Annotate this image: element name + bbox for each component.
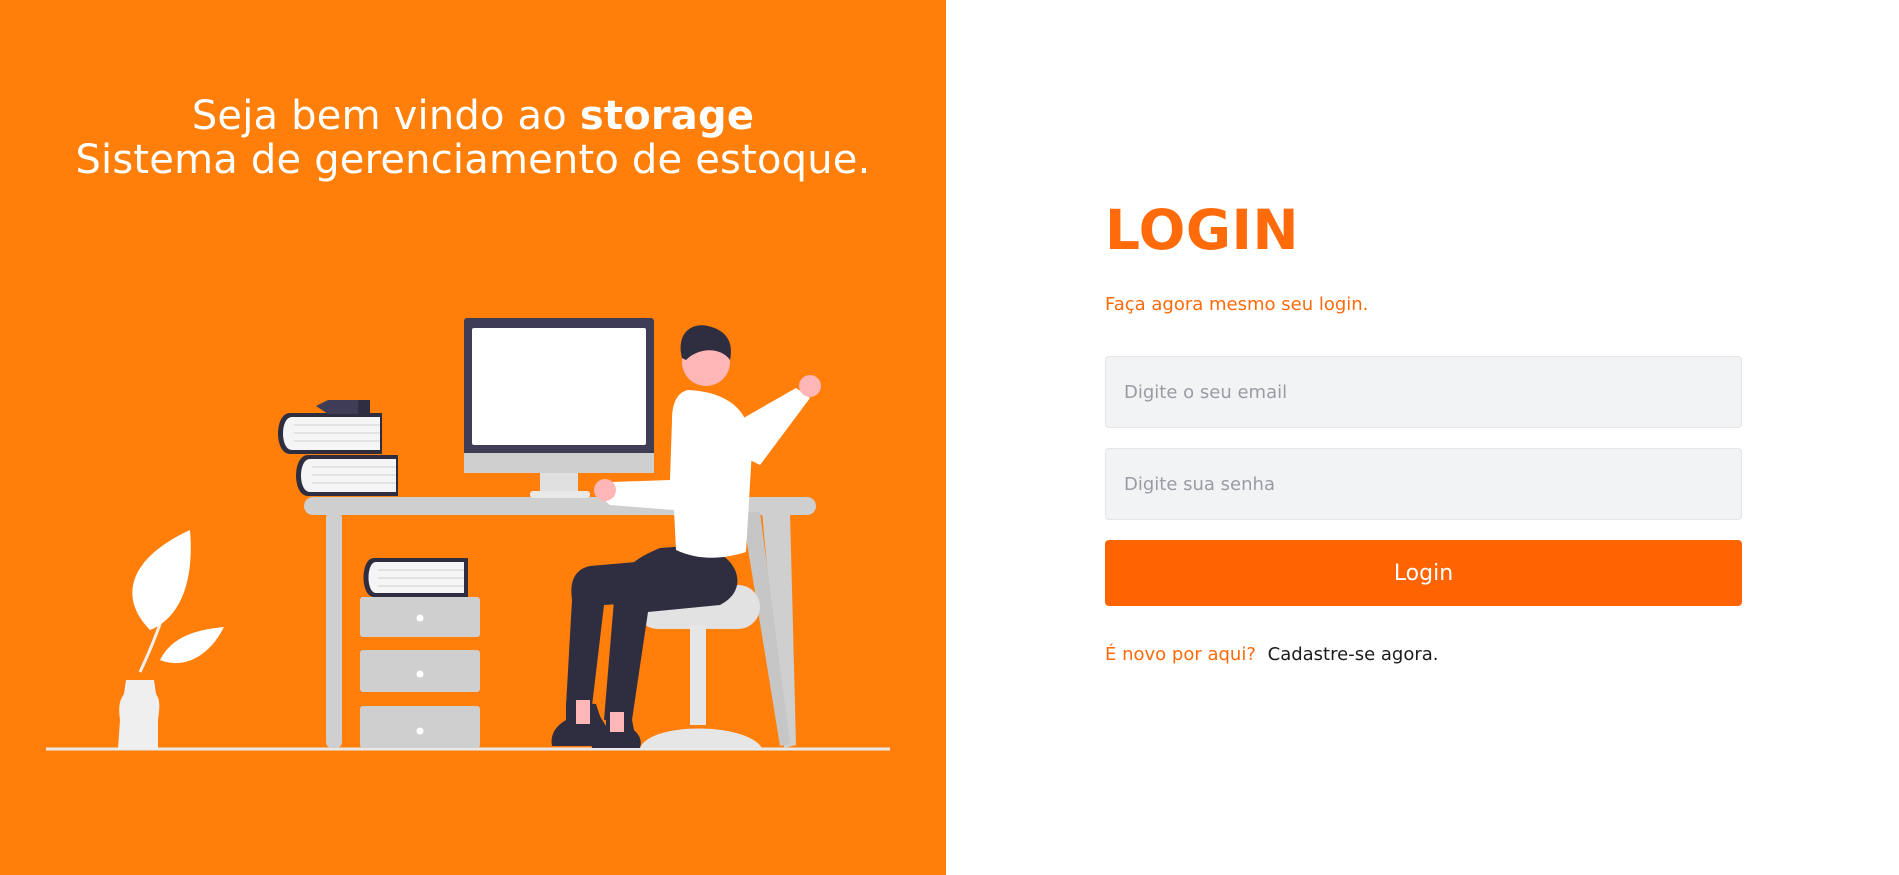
login-subtitle: Faça agora mesmo seu login. (1105, 294, 1369, 315)
books-icon (363, 558, 468, 597)
login-button[interactable]: Login (1105, 540, 1742, 606)
drawer-cabinet-icon (360, 597, 480, 748)
signup-question: É novo por aqui? (1105, 644, 1256, 665)
signup-row: É novo por aqui? Cadastre-se agora. (1105, 644, 1438, 665)
computer-monitor-icon (464, 318, 654, 498)
office-illustration (46, 318, 890, 751)
signup-link[interactable]: Cadastre-se agora. (1268, 644, 1439, 665)
email-field[interactable] (1105, 356, 1742, 428)
password-field[interactable] (1105, 448, 1742, 520)
plant-icon (118, 530, 224, 749)
login-title: LOGIN (1105, 198, 1299, 262)
left-panel: Seja bem vindo ao storage Sistema de ger… (0, 0, 946, 875)
book-stack-icon (278, 400, 398, 496)
login-panel: LOGIN Faça agora mesmo seu login. Login … (946, 0, 1899, 875)
